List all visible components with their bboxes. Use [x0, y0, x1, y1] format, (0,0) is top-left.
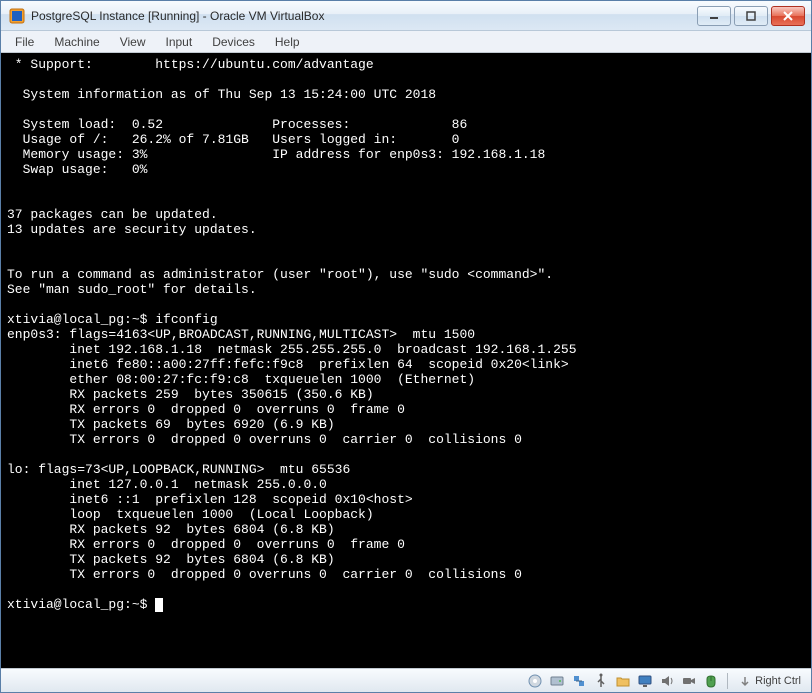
term-line: RX errors 0 dropped 0 overruns 0 frame 0	[7, 402, 405, 417]
term-line: * Support: https://ubuntu.com/advantage	[7, 57, 374, 72]
term-line: TX packets 92 bytes 6804 (6.8 KB)	[7, 552, 335, 567]
term-line: RX packets 259 bytes 350615 (350.6 KB)	[7, 387, 374, 402]
menu-input[interactable]: Input	[156, 33, 203, 51]
statusbar: Right Ctrl	[1, 668, 811, 692]
menubar: File Machine View Input Devices Help	[1, 31, 811, 53]
term-line: Usage of /: 26.2% of 7.81GB Users logged…	[7, 132, 459, 147]
term-line: 13 updates are security updates.	[7, 222, 257, 237]
term-line: inet 192.168.1.18 netmask 255.255.255.0 …	[7, 342, 577, 357]
term-line: 37 packages can be updated.	[7, 207, 218, 222]
term-line: inet6 fe80::a00:27ff:fefc:f9c8 prefixlen…	[7, 357, 569, 372]
display-icon[interactable]	[636, 672, 654, 690]
term-line: Memory usage: 3% IP address for enp0s3: …	[7, 147, 545, 162]
term-line: TX errors 0 dropped 0 overruns 0 carrier…	[7, 567, 522, 582]
term-line: To run a command as administrator (user …	[7, 267, 553, 282]
term-line: TX errors 0 dropped 0 overruns 0 carrier…	[7, 432, 522, 447]
term-line: enp0s3: flags=4163<UP,BROADCAST,RUNNING,…	[7, 327, 475, 342]
term-line: System load: 0.52 Processes: 86	[7, 117, 467, 132]
mouse-integration-icon[interactable]	[702, 672, 720, 690]
menu-file[interactable]: File	[5, 33, 44, 51]
host-key-indicator[interactable]: Right Ctrl	[735, 675, 805, 687]
status-separator	[727, 673, 728, 689]
term-line: loop txqueuelen 1000 (Local Loopback)	[7, 507, 374, 522]
term-line: See "man sudo_root" for details.	[7, 282, 257, 297]
window-controls	[697, 6, 805, 26]
host-key-label: Right Ctrl	[755, 675, 801, 687]
virtualbox-window: PostgreSQL Instance [Running] - Oracle V…	[0, 0, 812, 693]
menu-help[interactable]: Help	[265, 33, 310, 51]
term-prompt: xtivia@local_pg:~$ ifconfig	[7, 312, 218, 327]
host-key-arrow-icon	[739, 675, 751, 687]
window-title: PostgreSQL Instance [Running] - Oracle V…	[31, 9, 697, 23]
term-line: ether 08:00:27:fc:f9:c8 txqueuelen 1000 …	[7, 372, 475, 387]
app-icon	[9, 8, 25, 24]
audio-icon[interactable]	[658, 672, 676, 690]
term-line: inet 127.0.0.1 netmask 255.0.0.0	[7, 477, 327, 492]
hard-disk-icon[interactable]	[548, 672, 566, 690]
term-line: Swap usage: 0%	[7, 162, 147, 177]
titlebar[interactable]: PostgreSQL Instance [Running] - Oracle V…	[1, 1, 811, 31]
menu-view[interactable]: View	[110, 33, 156, 51]
close-button[interactable]	[771, 6, 805, 26]
maximize-button[interactable]	[734, 6, 768, 26]
term-prompt: xtivia@local_pg:~$	[7, 597, 155, 612]
term-line: RX errors 0 dropped 0 overruns 0 frame 0	[7, 537, 405, 552]
minimize-button[interactable]	[697, 6, 731, 26]
term-line: lo: flags=73<UP,LOOPBACK,RUNNING> mtu 65…	[7, 462, 350, 477]
video-capture-icon[interactable]	[680, 672, 698, 690]
usb-icon[interactable]	[592, 672, 610, 690]
vm-terminal[interactable]: * Support: https://ubuntu.com/advantage …	[1, 53, 811, 668]
optical-drive-icon[interactable]	[526, 672, 544, 690]
term-line: RX packets 92 bytes 6804 (6.8 KB)	[7, 522, 335, 537]
shared-folder-icon[interactable]	[614, 672, 632, 690]
menu-devices[interactable]: Devices	[202, 33, 265, 51]
network-icon[interactable]	[570, 672, 588, 690]
term-line: TX packets 69 bytes 6920 (6.9 KB)	[7, 417, 335, 432]
menu-machine[interactable]: Machine	[44, 33, 109, 51]
term-line: inet6 ::1 prefixlen 128 scopeid 0x10<hos…	[7, 492, 413, 507]
terminal-cursor	[155, 598, 163, 612]
term-line: System information as of Thu Sep 13 15:2…	[7, 87, 436, 102]
